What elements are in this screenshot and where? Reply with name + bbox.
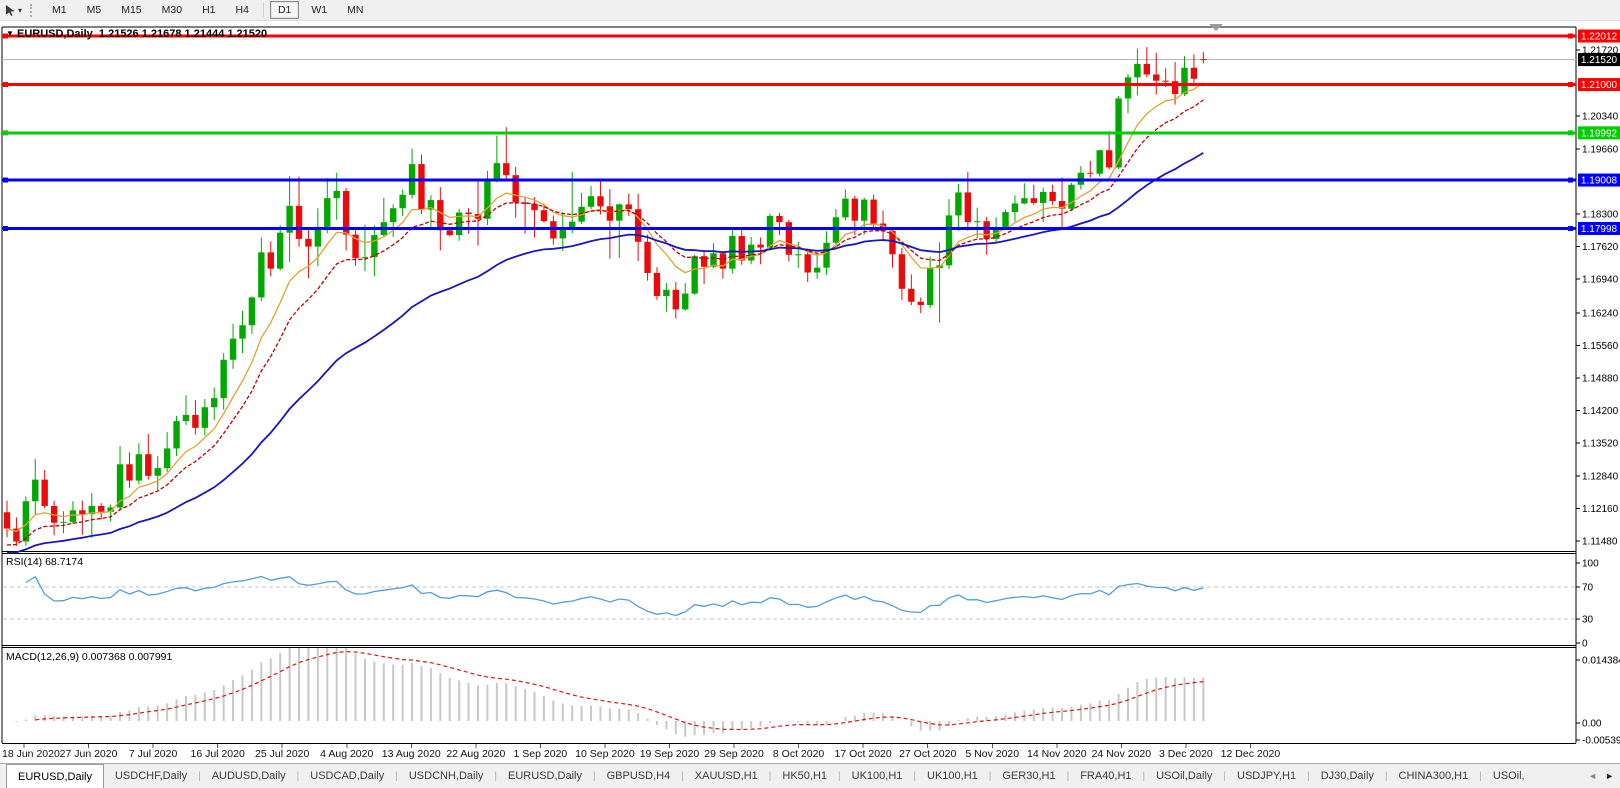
price-tag: 1.21000 [1578, 78, 1620, 91]
svg-text:70: 70 [1582, 583, 1594, 594]
timeframe-button-h4[interactable]: H4 [228, 1, 257, 19]
svg-text:30: 30 [1582, 615, 1594, 626]
svg-text:17 Oct 2020: 17 Oct 2020 [835, 748, 892, 760]
svg-text:18 Jun 2020: 18 Jun 2020 [2, 748, 60, 760]
svg-text:0.014384: 0.014384 [1582, 656, 1620, 667]
tab-eurusd-daily[interactable]: EURUSD,Daily [497, 764, 593, 788]
tab-xauusd-h1[interactable]: XAUUSD,H1 [684, 764, 769, 788]
price-tag: 1.19992 [1578, 126, 1620, 139]
svg-text:1.12160: 1.12160 [1582, 504, 1619, 515]
svg-text:1.20340: 1.20340 [1582, 112, 1619, 123]
svg-text:0.00: 0.00 [1582, 719, 1602, 730]
tab-eurusd-daily[interactable]: EURUSD,Daily [6, 764, 104, 788]
svg-text:16 Jul 2020: 16 Jul 2020 [191, 748, 245, 760]
timeframe-button-h1[interactable]: H1 [194, 1, 223, 19]
svg-text:-0.005394: -0.005394 [1582, 736, 1620, 747]
timeframe-toolbar: ▾ M1M5M15 M30H1 H4 D1W1MN [0, 0, 1620, 21]
svg-text:1.19992: 1.19992 [1581, 128, 1618, 139]
svg-text:10 Sep 2020: 10 Sep 2020 [575, 748, 635, 760]
tab-usdchf-daily[interactable]: USDCHF,Daily [104, 764, 198, 788]
timeframe-button-m1[interactable]: M1 [44, 1, 75, 19]
svg-text:1.11480: 1.11480 [1582, 537, 1618, 548]
tab-scroll-left-icon[interactable]: ◄ [1588, 771, 1597, 781]
timeframe-button-m30[interactable]: M30 [154, 1, 190, 19]
tab-scroll-right-icon[interactable]: ► [1605, 771, 1614, 781]
price-tag: 1.22012 [1578, 29, 1620, 42]
svg-text:27 Oct 2020: 27 Oct 2020 [899, 748, 956, 760]
tab-audusd-daily[interactable]: AUDUSD,Daily [201, 764, 297, 788]
chart-canvas[interactable]: 1.220121.210001.199921.190081.179981.217… [0, 21, 1620, 763]
svg-text:1.12840: 1.12840 [1582, 471, 1619, 482]
tab-dj30-daily[interactable]: DJ30,Daily [1310, 764, 1385, 788]
svg-text:1.16240: 1.16240 [1582, 308, 1619, 319]
svg-text:19 Sep 2020: 19 Sep 2020 [640, 748, 700, 760]
svg-text:1.14200: 1.14200 [1582, 406, 1619, 417]
chart-symbol: EURUSD,Daily [17, 28, 93, 40]
svg-text:1.17620: 1.17620 [1582, 242, 1619, 253]
tab-fra40-h1[interactable]: FRA40,H1 [1069, 764, 1142, 788]
svg-text:1.19660: 1.19660 [1582, 144, 1619, 155]
timeframe-button-w1[interactable]: W1 [303, 1, 335, 19]
toolbar-separator [263, 3, 264, 17]
tab-uk100-h1[interactable]: UK100,H1 [916, 764, 989, 788]
svg-text:29 Sep 2020: 29 Sep 2020 [704, 748, 764, 760]
svg-text:22 Aug 2020: 22 Aug 2020 [446, 748, 505, 760]
svg-text:3 Dec 2020: 3 Dec 2020 [1159, 748, 1213, 760]
price-tag: 1.19008 [1578, 174, 1620, 187]
svg-text:5 Nov 2020: 5 Nov 2020 [965, 748, 1019, 760]
svg-text:25 Jul 2020: 25 Jul 2020 [255, 748, 309, 760]
svg-text:24 Nov 2020: 24 Nov 2020 [1092, 748, 1152, 760]
svg-text:1.16940: 1.16940 [1582, 275, 1619, 286]
symbol-tabbar: EURUSD,DailyUSDCHF,Daily|AUDUSD,Daily|US… [0, 763, 1620, 788]
rsi-indicator-label: RSI(14) 68.7174 [6, 556, 83, 568]
tab-hk50-h1[interactable]: HK50,H1 [771, 764, 838, 788]
chevron-down-icon[interactable]: ▾ [18, 6, 22, 15]
svg-text:1 Sep 2020: 1 Sep 2020 [514, 748, 568, 760]
toolbar-grip [30, 4, 34, 17]
tab-usoil-[interactable]: USOil, [1482, 764, 1536, 788]
tab-uk100-h1[interactable]: UK100,H1 [841, 764, 914, 788]
svg-text:12 Dec 2020: 12 Dec 2020 [1221, 748, 1281, 760]
svg-text:1.13520: 1.13520 [1582, 439, 1619, 450]
svg-text:1.14880: 1.14880 [1582, 373, 1619, 384]
tab-gbpusd-h4[interactable]: GBPUSD,H4 [596, 764, 682, 788]
chart-ohlc-values: 1.21526 1.21678 1.21444 1.21520 [99, 28, 267, 40]
tab-ger30-h1[interactable]: GER30,H1 [991, 764, 1066, 788]
tab-usdjpy-h1[interactable]: USDJPY,H1 [1226, 764, 1307, 788]
macd-indicator-label: MACD(12,26,9) 0.007368 0.007991 [6, 651, 172, 663]
timeframe-button-mn[interactable]: MN [339, 1, 371, 19]
svg-text:7 Jul 2020: 7 Jul 2020 [129, 748, 178, 760]
svg-text:8 Oct 2020: 8 Oct 2020 [773, 748, 825, 760]
svg-text:4 Aug 2020: 4 Aug 2020 [320, 748, 373, 760]
svg-text:13 Aug 2020: 13 Aug 2020 [382, 748, 441, 760]
svg-text:1.15560: 1.15560 [1582, 341, 1619, 352]
svg-text:27 Jun 2020: 27 Jun 2020 [60, 748, 118, 760]
chart-title: ▼ EURUSD,Daily 1.21526 1.21678 1.21444 1… [6, 28, 267, 40]
timeframe-button-d1[interactable]: D1 [270, 1, 299, 19]
timeframe-button-m5[interactable]: M5 [79, 1, 110, 19]
collapse-arrow-icon[interactable]: ▼ [6, 29, 14, 38]
svg-text:100: 100 [1582, 559, 1599, 570]
svg-text:1.18300: 1.18300 [1582, 209, 1619, 220]
tab-usdcad-daily[interactable]: USDCAD,Daily [299, 764, 395, 788]
svg-text:0: 0 [1582, 639, 1588, 650]
cursor-tool-icon[interactable] [4, 4, 17, 17]
tab-usoil-daily[interactable]: USOil,Daily [1145, 764, 1223, 788]
price-tag: 1.21520 [1578, 53, 1620, 66]
tab-china300-h1[interactable]: CHINA300,H1 [1388, 764, 1480, 788]
svg-text:1.19008: 1.19008 [1581, 176, 1618, 187]
price-tag: 1.17998 [1578, 222, 1620, 235]
tab-usdcnh-daily[interactable]: USDCNH,Daily [398, 764, 495, 788]
svg-text:1.21000: 1.21000 [1581, 80, 1618, 91]
svg-text:1.21520: 1.21520 [1581, 55, 1618, 66]
svg-text:1.17998: 1.17998 [1581, 224, 1618, 235]
svg-text:14 Nov 2020: 14 Nov 2020 [1027, 748, 1087, 760]
timeframe-button-m15[interactable]: M15 [113, 1, 149, 19]
svg-text:1.22012: 1.22012 [1581, 31, 1618, 42]
chart-area[interactable]: 1.220121.210001.199921.190081.179981.217… [0, 21, 1620, 763]
